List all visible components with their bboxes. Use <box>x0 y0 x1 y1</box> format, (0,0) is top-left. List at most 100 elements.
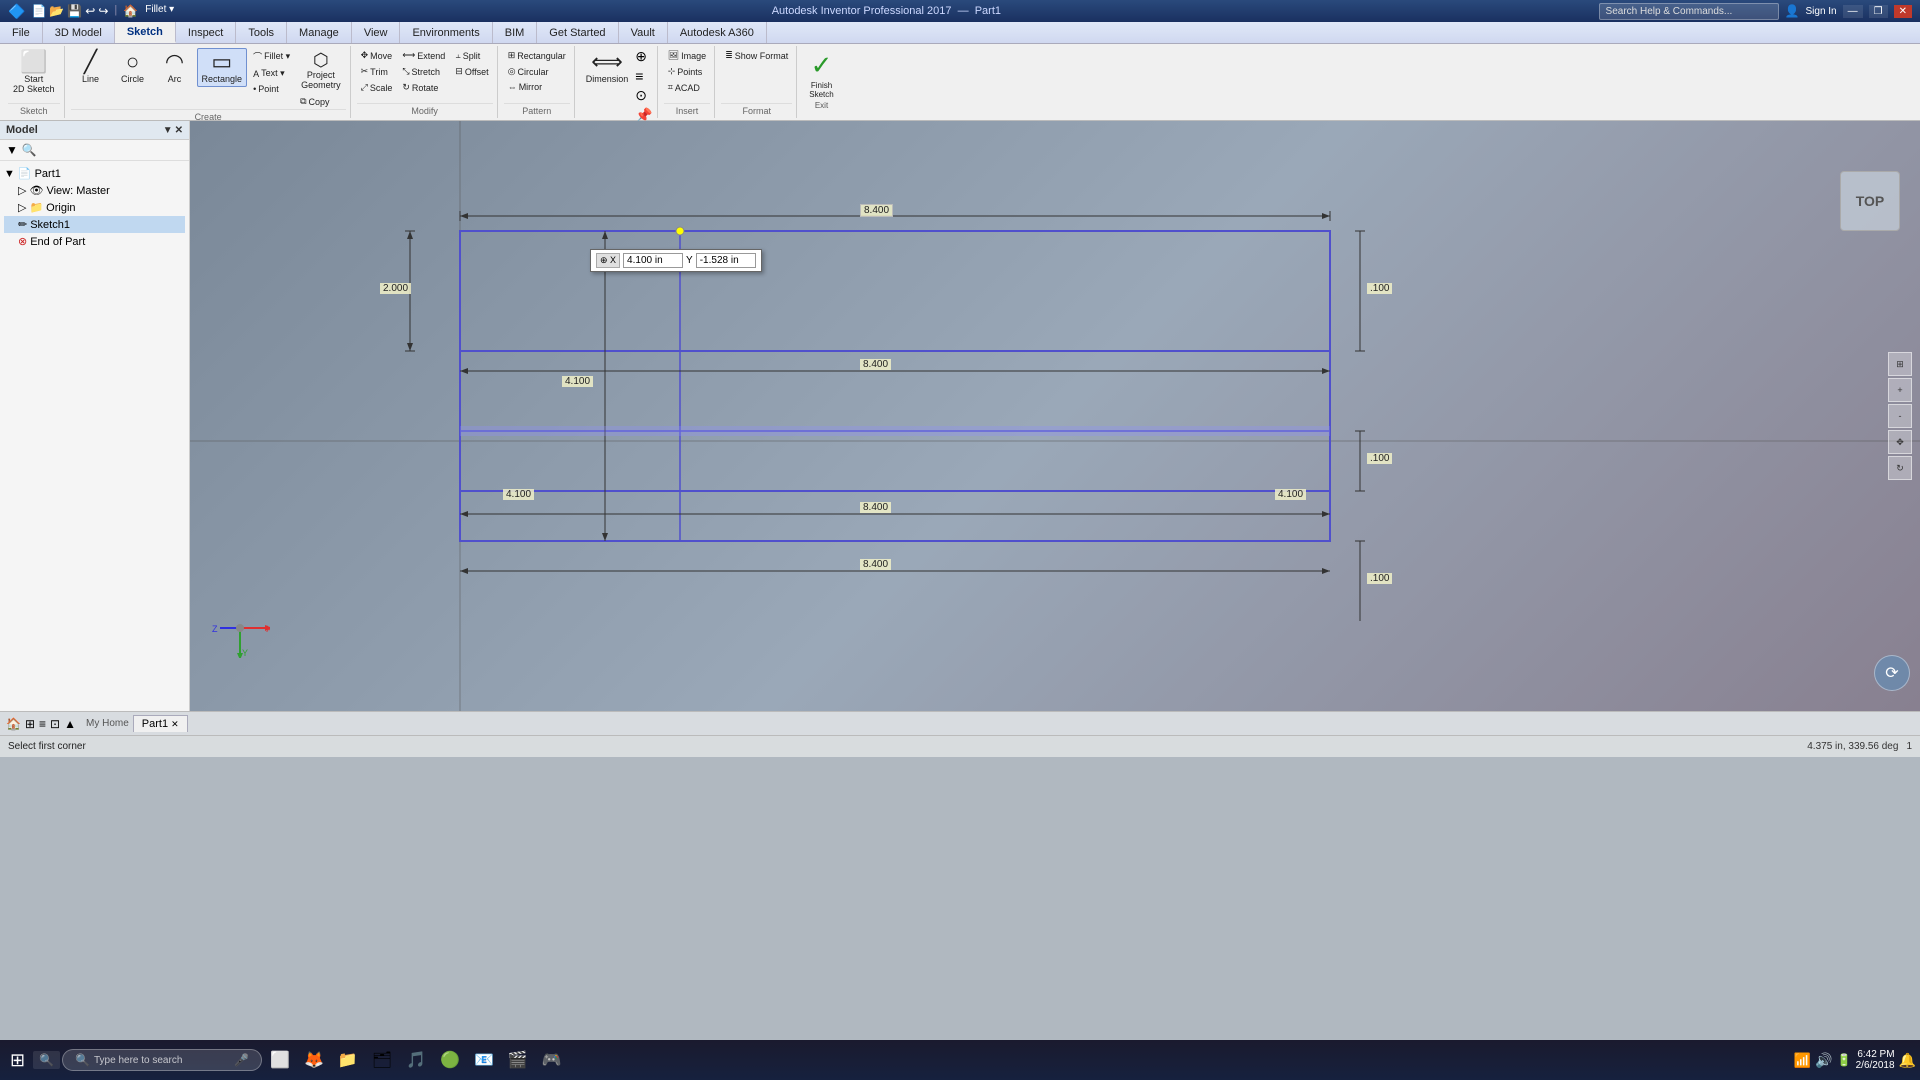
coincident-icon[interactable]: ⊕ <box>635 48 652 65</box>
firefox-button[interactable]: 🦊 <box>298 1048 330 1072</box>
copy-button[interactable]: ⧉ Copy <box>296 94 346 109</box>
start-button[interactable]: ⊞ <box>4 1050 31 1071</box>
minimize-button[interactable]: — <box>1843 5 1863 18</box>
split-button[interactable]: ⫠ Split <box>451 48 492 63</box>
points-button[interactable]: ⊹ Points <box>664 64 710 79</box>
zoom-out-button[interactable]: - <box>1888 404 1912 428</box>
point-button[interactable]: • Point <box>249 82 294 96</box>
tree-item-endofpart[interactable]: ⊗ End of Part <box>4 233 185 250</box>
tree-item-viewmaster[interactable]: ▷ 👁 View: Master <box>4 182 185 199</box>
extend-button[interactable]: ⟷ Extend <box>398 48 449 63</box>
coord-x-input[interactable] <box>623 253 683 268</box>
model-filter-icon[interactable]: ▼ <box>6 143 18 157</box>
mirror-button[interactable]: ⇔ Mirror <box>504 80 570 94</box>
save-icon[interactable]: 💾 <box>67 4 82 18</box>
collinear-icon[interactable]: ≡ <box>635 68 652 84</box>
game-button[interactable]: 🎮 <box>536 1048 568 1072</box>
nav-grid-icon[interactable]: ⊞ <box>25 717 35 731</box>
files-button[interactable]: 📁 <box>332 1048 364 1072</box>
nav-expand-icon[interactable]: ⊡ <box>50 717 60 731</box>
scale-button[interactable]: ⤢ Scale <box>357 80 397 95</box>
mail-button[interactable]: 📧 <box>468 1048 500 1072</box>
music-button[interactable]: 🎵 <box>400 1048 432 1072</box>
nav-home-icon[interactable]: 🏠 <box>6 717 21 731</box>
volume-icon[interactable]: 🔊 <box>1815 1052 1832 1069</box>
acad-button[interactable]: ⌗ ACAD <box>664 80 710 95</box>
exit-label: Exit <box>815 101 828 110</box>
part1-tab-close[interactable]: ✕ <box>171 719 179 730</box>
viewcube[interactable]: TOP <box>1840 171 1900 231</box>
offset-button[interactable]: ⊟ Offset <box>451 64 492 79</box>
restore-button[interactable]: ❐ <box>1869 5 1888 18</box>
zoom-in-button[interactable]: + <box>1888 378 1912 402</box>
image-button[interactable]: 🖼 Image <box>664 48 710 63</box>
network-icon[interactable]: 📶 <box>1794 1052 1811 1069</box>
video-button[interactable]: 🎬 <box>502 1048 534 1072</box>
show-format-icon: ≣ <box>725 50 733 61</box>
appearance-label[interactable]: Fillet ▾ <box>145 4 174 18</box>
tree-item-part1[interactable]: ▼ 📄 Part1 <box>4 165 185 182</box>
tab-3dmodel[interactable]: 3D Model <box>43 22 115 43</box>
copy-icon: ⧉ <box>300 96 306 107</box>
nav-up-icon[interactable]: ▲ <box>64 717 76 731</box>
circle-button[interactable]: ○ Circle <box>113 48 153 87</box>
open-icon[interactable]: 📂 <box>49 4 64 18</box>
concentric-icon[interactable]: ⊙ <box>635 87 652 104</box>
tab-environments[interactable]: Environments <box>400 22 492 43</box>
trim-button[interactable]: ✂ Trim <box>357 64 397 79</box>
tree-item-origin[interactable]: ▷ 📁 Origin <box>4 199 185 216</box>
redo-icon[interactable]: ↪ <box>98 4 108 18</box>
text-button[interactable]: A Text ▾ <box>249 66 294 81</box>
dimension-button[interactable]: ⟺ Dimension <box>581 48 634 87</box>
line-button[interactable]: ╱ Line <box>71 48 111 87</box>
filter-icon[interactable]: ▼ <box>163 125 173 136</box>
undo-icon[interactable]: ↩ <box>85 4 95 18</box>
tab-getstarted[interactable]: Get Started <box>537 22 618 43</box>
notification-icon[interactable]: 🔔 <box>1899 1052 1916 1069</box>
search-help-input[interactable]: Search Help & Commands... <box>1599 3 1779 20</box>
orbit-nav-button[interactable]: ⟳ <box>1874 655 1910 691</box>
signin-label[interactable]: Sign In <box>1805 6 1836 17</box>
search-button[interactable]: 🔍 <box>33 1051 60 1069</box>
orbit-button[interactable]: ↻ <box>1888 456 1912 480</box>
fillet-button[interactable]: ⌒ Fillet ▾ <box>249 48 294 65</box>
close-panel-icon[interactable]: ✕ <box>175 125 183 136</box>
tab-file[interactable]: File <box>0 22 43 43</box>
spotify-button[interactable]: 🟢 <box>434 1048 466 1072</box>
show-format-button[interactable]: ≣ Show Format <box>721 48 792 63</box>
tab-a360[interactable]: Autodesk A360 <box>668 22 767 43</box>
close-button[interactable]: ✕ <box>1894 5 1912 18</box>
taskbar-search[interactable]: 🔍 Type here to search 🎤 <box>62 1049 262 1071</box>
tab-manage[interactable]: Manage <box>287 22 352 43</box>
tab-tools[interactable]: Tools <box>236 22 287 43</box>
tab-view[interactable]: View <box>352 22 401 43</box>
move-button[interactable]: ✥ Move <box>357 48 397 63</box>
project-geometry-button[interactable]: ⬡ ProjectGeometry <box>296 48 346 93</box>
tree-item-sketch1[interactable]: ✏ Sketch1 <box>4 216 185 233</box>
coord-y-input[interactable] <box>696 253 756 268</box>
model-view-icon[interactable]: 🔍 <box>22 143 37 157</box>
nav-list-icon[interactable]: ≡ <box>39 717 46 731</box>
finish-sketch-button[interactable]: ✓ FinishSketch Exit <box>803 48 839 112</box>
canvas[interactable]: 8.400 8.400 8.400 8.400 2.000 4.100 .100… <box>190 121 1920 711</box>
rotate-button[interactable]: ↻ Rotate <box>398 80 449 95</box>
rectangle-button[interactable]: ▭ Rectangle <box>197 48 248 87</box>
rectangular-button[interactable]: ⊞ Rectangular <box>504 48 570 63</box>
store-button[interactable]: 🗂 <box>366 1048 398 1072</box>
tab-sketch[interactable]: Sketch <box>115 22 176 43</box>
project-geom-icon: ⬡ <box>313 51 329 69</box>
home-tab[interactable]: My Home <box>86 718 129 729</box>
stretch-button[interactable]: ⤡ Stretch <box>398 64 449 79</box>
tab-inspect[interactable]: Inspect <box>176 22 236 43</box>
pan-button[interactable]: ✥ <box>1888 430 1912 454</box>
start-2d-sketch-button[interactable]: ⬜ Start2D Sketch <box>8 48 60 97</box>
circular-button[interactable]: ◎ Circular <box>504 64 570 79</box>
tab-bim[interactable]: BIM <box>493 22 538 43</box>
part1-tab[interactable]: Part1 ✕ <box>133 715 188 732</box>
arc-button[interactable]: ◠ Arc <box>155 48 195 87</box>
tab-vault[interactable]: Vault <box>619 22 668 43</box>
new-icon[interactable]: 📄 <box>31 4 46 18</box>
zoom-extents-button[interactable]: ⊞ <box>1888 352 1912 376</box>
task-view-button[interactable]: ⬜ <box>264 1048 296 1072</box>
home-icon-qa[interactable]: 🏠 <box>123 4 138 18</box>
